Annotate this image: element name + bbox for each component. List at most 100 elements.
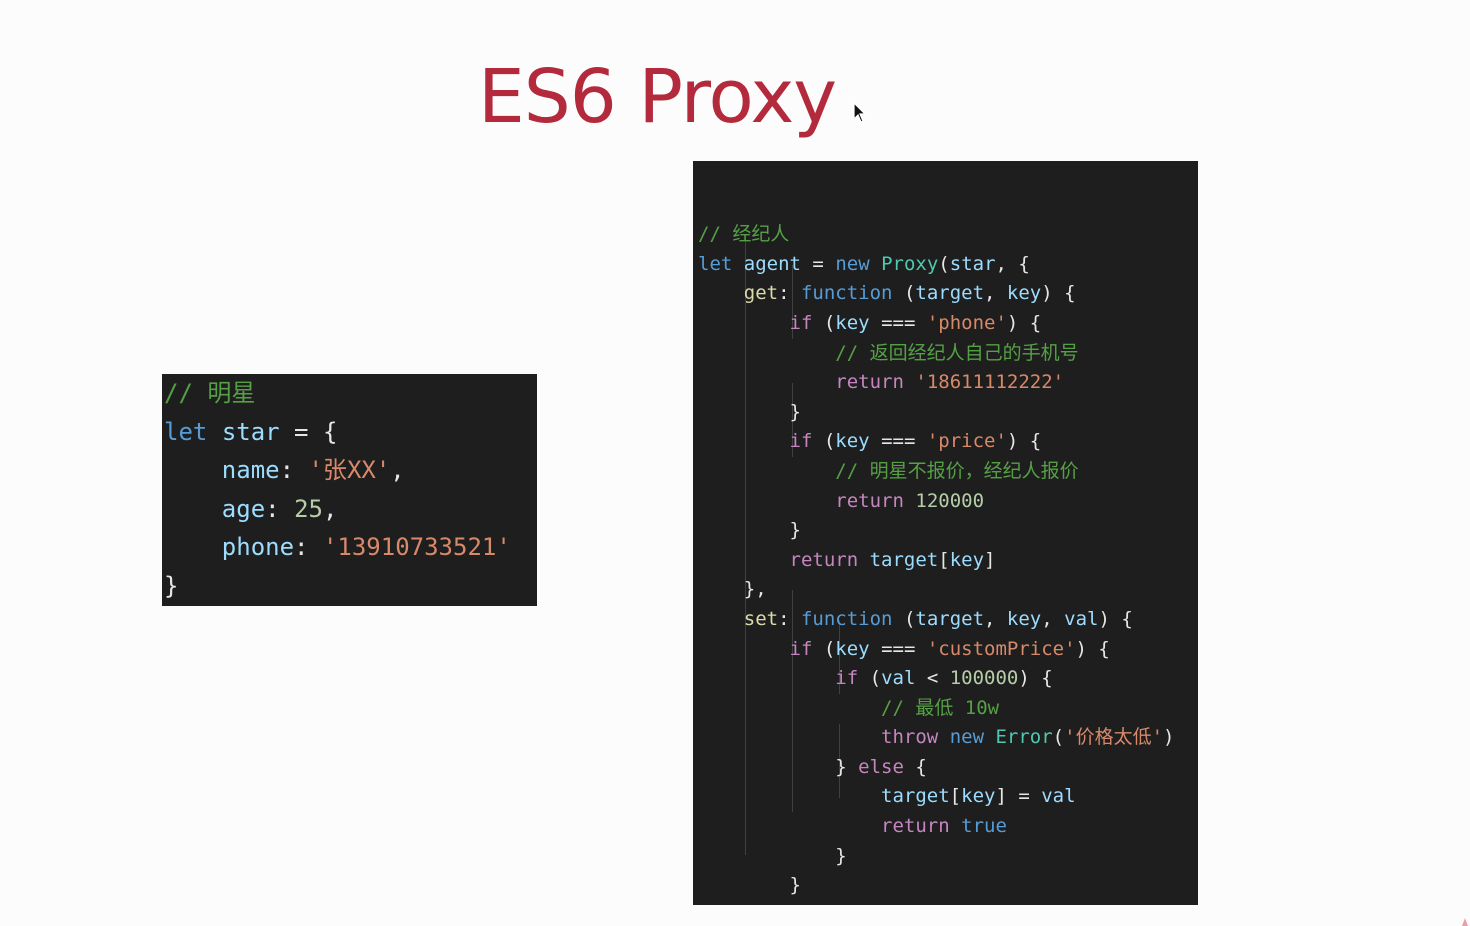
- code-token: target: [881, 785, 950, 808]
- code-line: }: [698, 398, 1198, 428]
- code-token: ): [1163, 726, 1175, 749]
- code-line: let star = {: [164, 413, 537, 452]
- code-token: agent: [743, 252, 801, 275]
- code-token: else: [858, 755, 904, 778]
- code-token: new: [835, 252, 870, 275]
- code-line: // 返回经纪人自己的手机号: [698, 339, 1198, 369]
- code-line: } else {: [698, 753, 1198, 783]
- code-token: ]: [984, 548, 996, 571]
- code-token: 'customPrice': [926, 637, 1076, 660]
- code-token: throw: [881, 726, 939, 749]
- code-line: target[key] = val: [698, 782, 1198, 812]
- code-line: return '18611112222': [698, 368, 1198, 398]
- code-token: ) {: [1018, 667, 1053, 690]
- code-token: key: [949, 548, 985, 571]
- code-token: if: [835, 667, 859, 690]
- code-token: target: [915, 607, 985, 630]
- code-token: }: [698, 755, 859, 778]
- code-token: }: [698, 874, 801, 897]
- code-token: (: [812, 637, 836, 660]
- slide-title: ES6 Proxy: [478, 54, 837, 140]
- code-line: set: function (target, key, val) {: [698, 605, 1198, 635]
- code-token: '13910733521': [322, 533, 511, 561]
- code-token: }: [164, 571, 179, 600]
- code-token: ,: [390, 456, 405, 484]
- code-token: },: [698, 578, 767, 601]
- code-line: if (key === 'price') {: [698, 427, 1198, 457]
- code-line: phone: '13910733521': [164, 528, 537, 567]
- code-token: 'price': [926, 430, 1007, 453]
- star-code-block: // 明星 let star = { name: '张XX', age: 25, …: [162, 374, 537, 606]
- code-token: :: [778, 282, 801, 305]
- code-line: if (key === 'customPrice') {: [698, 635, 1198, 665]
- code-line: // 明星: [164, 374, 537, 413]
- code-line: return target[key]: [698, 546, 1198, 576]
- code-token: = {: [279, 417, 338, 446]
- code-token: }: [698, 519, 801, 542]
- code-line: },: [698, 575, 1198, 605]
- code-token: // 明星: [164, 379, 256, 407]
- code-token: {: [903, 755, 927, 778]
- code-token: 100000: [949, 667, 1019, 690]
- code-token: key: [961, 785, 996, 808]
- code-token: Error: [995, 726, 1053, 749]
- code-token: phone: [221, 533, 295, 561]
- agent-code-block: // 经纪人 let agent = new Proxy(star, { get:…: [693, 161, 1198, 905]
- code-token: ] =: [995, 785, 1042, 808]
- code-token: :: [778, 607, 801, 630]
- code-token: (: [812, 430, 836, 453]
- code-token: true: [961, 815, 1007, 838]
- code-line: }: [698, 901, 1198, 905]
- code-token: }: [698, 400, 801, 423]
- code-line: return 120000: [698, 487, 1198, 517]
- code-token: ===: [869, 637, 927, 660]
- code-line: if (val < 100000) {: [698, 664, 1198, 694]
- code-line: }: [698, 842, 1198, 872]
- code-token: }: [698, 904, 755, 905]
- code-token: let: [698, 252, 733, 275]
- code-line: let agent = new Proxy(star, {: [698, 250, 1198, 280]
- code-token: , {: [995, 252, 1030, 275]
- code-token: '价格太低': [1064, 726, 1164, 749]
- code-token: if: [789, 311, 813, 334]
- code-token: ) {: [1098, 607, 1133, 630]
- code-token: (: [812, 311, 836, 334]
- code-token: val: [881, 667, 916, 690]
- code-line: // 经纪人: [698, 220, 1198, 250]
- code-token: return: [835, 371, 904, 394]
- code-token: // 明星不报价，经纪人报价: [835, 459, 1079, 482]
- code-token: (: [892, 282, 916, 305]
- code-token: (: [858, 667, 882, 690]
- mouse-pointer-icon: [853, 102, 867, 123]
- code-token: (: [938, 252, 950, 275]
- code-token: if: [789, 637, 813, 660]
- code-token: [: [938, 548, 950, 571]
- code-token: val: [1041, 785, 1076, 808]
- code-line: if (key === 'phone') {: [698, 309, 1198, 339]
- code-line: get: function (target, key) {: [698, 279, 1198, 309]
- code-token: let: [164, 417, 208, 446]
- code-line: }: [698, 516, 1198, 546]
- code-token: 25: [294, 494, 323, 523]
- code-token: get: [743, 282, 779, 305]
- code-token: star: [221, 417, 280, 446]
- code-token: target: [869, 548, 939, 571]
- code-token: name: [221, 456, 280, 484]
- code-token: '18611112222': [915, 371, 1065, 394]
